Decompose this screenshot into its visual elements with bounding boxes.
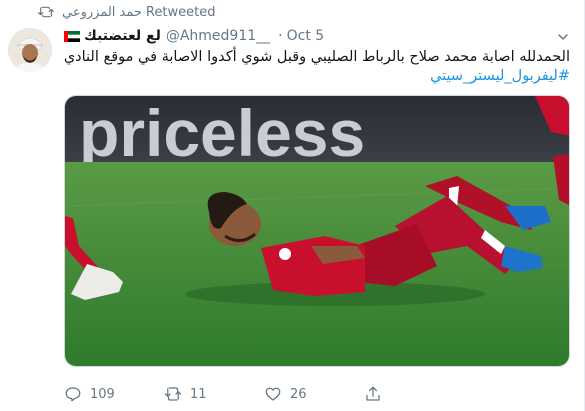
tweet-actions: 109 11 26 bbox=[64, 384, 484, 404]
share-button[interactable] bbox=[364, 385, 390, 403]
reply-button[interactable]: 109 bbox=[64, 385, 164, 403]
retweeter-name[interactable]: حمد المزروعي bbox=[62, 5, 142, 20]
tweet-timestamp[interactable]: Oct 5 bbox=[287, 28, 325, 44]
tweet-text: الحمدلله اصابة محمد صلاح بالرباط الصليبي… bbox=[64, 48, 570, 86]
reply-icon bbox=[65, 387, 81, 402]
heart-icon bbox=[265, 387, 281, 401]
like-button[interactable]: 26 bbox=[264, 385, 364, 403]
chevron-down-icon[interactable] bbox=[556, 30, 570, 44]
banner-text: priceless bbox=[79, 96, 365, 170]
retweet-icon bbox=[38, 6, 54, 18]
avatar[interactable] bbox=[8, 28, 52, 72]
separator-dot: · bbox=[278, 28, 283, 44]
retweet-icon bbox=[164, 387, 182, 401]
retweet-button[interactable]: 11 bbox=[164, 385, 264, 403]
retweet-count: 11 bbox=[190, 386, 207, 402]
tweet-card[interactable]: حمد المزروعي Retweeted لع لعتضتبك @Ahmed… bbox=[0, 0, 585, 411]
tweet-text-line: الحمدلله اصابة محمد صلاح بالرباط الصليبي… bbox=[63, 49, 570, 65]
hashtag-link[interactable]: #ليفربول_ليستر_سيتي bbox=[64, 67, 570, 86]
author-display-name[interactable]: لع لعتضتبك bbox=[84, 28, 161, 44]
share-icon bbox=[366, 386, 380, 401]
retweeted-label: Retweeted bbox=[145, 4, 216, 20]
uae-flag-icon bbox=[64, 30, 80, 42]
reply-count: 109 bbox=[90, 386, 115, 402]
tweet-image[interactable]: priceless bbox=[64, 95, 570, 367]
author-handle[interactable]: @Ahmed911__ bbox=[166, 28, 270, 44]
tweet-header: لع لعتضتبك @Ahmed911__ · Oct 5 bbox=[64, 26, 324, 46]
soccer-photo: priceless bbox=[65, 96, 569, 366]
like-count: 26 bbox=[290, 386, 307, 402]
retweet-context: حمد المزروعي Retweeted bbox=[38, 4, 215, 20]
